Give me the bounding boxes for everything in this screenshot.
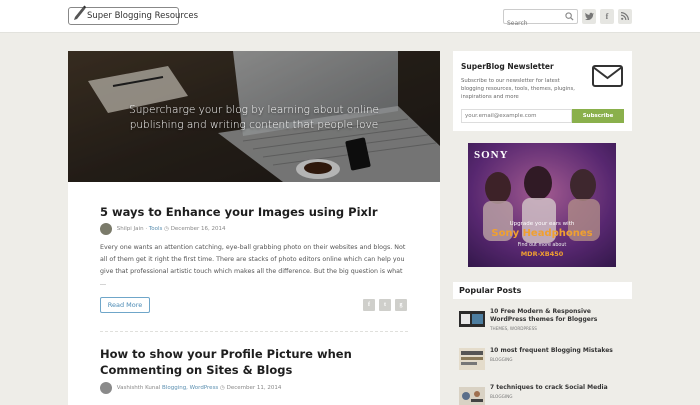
google-plus-share-icon[interactable]: g	[395, 299, 407, 311]
author-avatar	[100, 223, 112, 235]
popular-posts-heading: Popular Posts	[453, 282, 632, 299]
popular-post-title[interactable]: 10 most frequent Blogging Mistakes	[490, 347, 628, 355]
rss-icon[interactable]	[618, 9, 632, 24]
post-list: Supercharge your blog by learning about …	[68, 51, 440, 405]
popular-post-item[interactable]: 10 most frequent Blogging Mistakes BLOGG…	[453, 346, 632, 380]
newsletter-text: Subscribe to our newsletter for latest b…	[461, 78, 575, 100]
post-title[interactable]: How to show your Profile Picture when Co…	[100, 346, 412, 378]
twitter-share-icon[interactable]: t	[379, 299, 391, 311]
hero-banner: Supercharge your blog by learning about …	[68, 51, 440, 182]
ad-model: MDR-XB450	[520, 250, 564, 258]
popular-post-title[interactable]: 7 techniques to crack Social Media	[490, 384, 628, 392]
post-author[interactable]: Vashishth Kunal	[117, 385, 161, 391]
ad-line1: Upgrade your ears with	[509, 221, 575, 227]
popular-post-item[interactable]: 7 techniques to crack Social Media BLOGG…	[453, 383, 632, 405]
ad-image	[468, 143, 616, 267]
twitter-icon[interactable]	[582, 9, 596, 24]
post-excerpt: Every one wants an attention catching, e…	[100, 244, 406, 287]
read-more-button[interactable]: Read More	[100, 297, 150, 313]
ad-line3: Find out more about	[517, 243, 567, 248]
facebook-share-icon[interactable]: f	[363, 299, 375, 311]
ad-brand: SONY	[474, 149, 509, 161]
hero-tagline: Supercharge your blog by learning about …	[129, 104, 379, 131]
ad-line2: Sony Headphones	[491, 228, 593, 239]
search-box[interactable]	[503, 9, 578, 30]
popular-post-category[interactable]: BLOGGING	[490, 357, 512, 362]
post-meta: Shilpi Jain · Tools ◷ December 16, 2014	[100, 223, 225, 235]
popular-post-title[interactable]: 10 Free Modern & Responsive WordPress th…	[490, 308, 628, 324]
post-date: December 16, 2014	[170, 226, 226, 232]
newsletter-email-input[interactable]	[461, 109, 572, 123]
sony-ad-banner[interactable]: SONY Upgrade your ears with Sony Headpho…	[468, 143, 616, 267]
author-avatar	[100, 382, 112, 394]
post-category[interactable]: Tools	[149, 226, 163, 232]
popular-post-item[interactable]: 10 Free Modern & Responsive WordPress th…	[453, 307, 632, 341]
popular-post-category[interactable]: BLOGGING	[490, 394, 512, 399]
pencil-icon	[74, 5, 86, 20]
search-input[interactable]	[504, 17, 564, 30]
post-thumbnail	[459, 311, 485, 327]
subscribe-button[interactable]: Subscribe	[572, 109, 624, 123]
site-logo[interactable]: Super Blogging Resources	[68, 5, 198, 25]
site-logo-text: Super Blogging Resources	[87, 11, 199, 21]
facebook-icon[interactable]: f	[600, 9, 614, 24]
post-title[interactable]: 5 ways to Enhance your Images using Pixl…	[100, 204, 378, 220]
envelope-icon	[592, 65, 623, 87]
post-divider	[100, 331, 408, 332]
popular-posts-widget: Popular Posts 10 Free Modern & Responsiv…	[453, 282, 632, 405]
post-thumbnail	[459, 348, 485, 370]
post-category[interactable]: Blogging, WordPress	[162, 385, 218, 391]
post-thumbnail	[459, 387, 485, 405]
search-icon[interactable]	[565, 12, 574, 21]
post-author[interactable]: Shilpi Jain	[117, 226, 144, 232]
newsletter-title: SuperBlog Newsletter	[461, 62, 554, 71]
post-meta: Vashishth Kunal Blogging, WordPress ◷ De…	[100, 382, 281, 394]
popular-post-category[interactable]: THEMES, WORDPRESS	[490, 326, 537, 331]
top-bar: Super Blogging Resources f	[0, 0, 700, 33]
post-date: December 11, 2014	[226, 385, 282, 391]
newsletter-widget: SuperBlog Newsletter Subscribe to our ne…	[453, 51, 632, 131]
